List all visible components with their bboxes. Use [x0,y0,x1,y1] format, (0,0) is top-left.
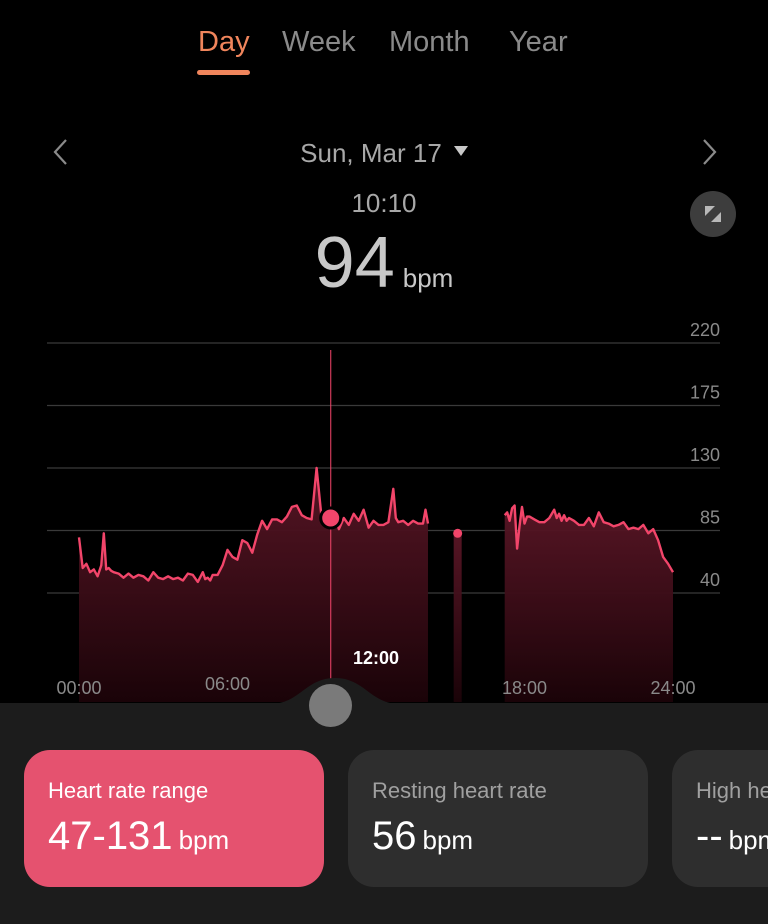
y-tick-label: 130 [690,445,720,465]
date-label: Sun, Mar 17 [300,138,442,168]
tab-year[interactable]: Year [509,26,568,59]
expand-icon [705,206,721,222]
expand-chart-button[interactable] [690,191,736,237]
tab-week[interactable]: Week [282,26,356,59]
selected-time: 10:10 [351,188,417,218]
card-value: 56 bpm [372,814,473,859]
selected-point-marker [319,506,343,530]
time-slider-handle[interactable] [309,684,352,727]
card-label: Heart rate range [48,778,209,803]
y-tick-label: 220 [690,320,720,340]
card-value-unit: bpm [728,825,768,855]
card-value-number: 47-131 [48,814,173,858]
tab-day[interactable]: Day [198,26,250,59]
card-value-number: -- [696,814,723,858]
y-tick-label: 175 [690,383,720,403]
x-tick-label: 12:00 [353,648,399,668]
card-high-heart-rate[interactable]: High he --bpm [672,750,768,887]
heart-rate-unit: bpm [402,263,454,293]
next-day-button[interactable] [694,134,724,170]
y-tick-label: 85 [700,508,720,528]
selected-heart-rate: 94 bpm [0,222,768,304]
x-tick-label: 06:00 [205,674,250,694]
heart-rate-number: 94 [314,223,395,303]
x-tick-label: 24:00 [650,678,695,698]
x-tick-label: 00:00 [56,678,101,698]
card-label: High he [696,778,768,803]
card-value: --bpm [696,814,768,859]
tab-month[interactable]: Month [389,26,470,59]
heart-rate-area [453,533,462,702]
card-value: 47-131 bpm [48,814,229,859]
card-value-number: 56 [372,814,417,858]
dropdown-triangle-icon [453,146,468,157]
card-heart-rate-range[interactable]: Heart rate range 47-131 bpm [24,750,324,887]
period-tabs: Day Week Month Year [0,24,768,84]
active-tab-indicator [197,70,250,75]
x-tick-label: 18:00 [502,678,547,698]
date-selector[interactable]: Sun, Mar 17 [0,138,768,169]
heart-rate-area [504,505,673,702]
card-value-unit: bpm [178,825,230,855]
card-value-unit: bpm [422,825,474,855]
y-tick-label: 40 [700,570,720,590]
chevron-right-icon [703,139,717,165]
card-label: Resting heart rate [372,778,547,803]
card-resting-heart-rate[interactable]: Resting heart rate 56 bpm [348,750,648,887]
data-point [453,528,463,538]
heart-rate-chart[interactable]: 40 85 130 175 220 00:00 06:00 12:00 18:00 24:00 [0,310,768,710]
